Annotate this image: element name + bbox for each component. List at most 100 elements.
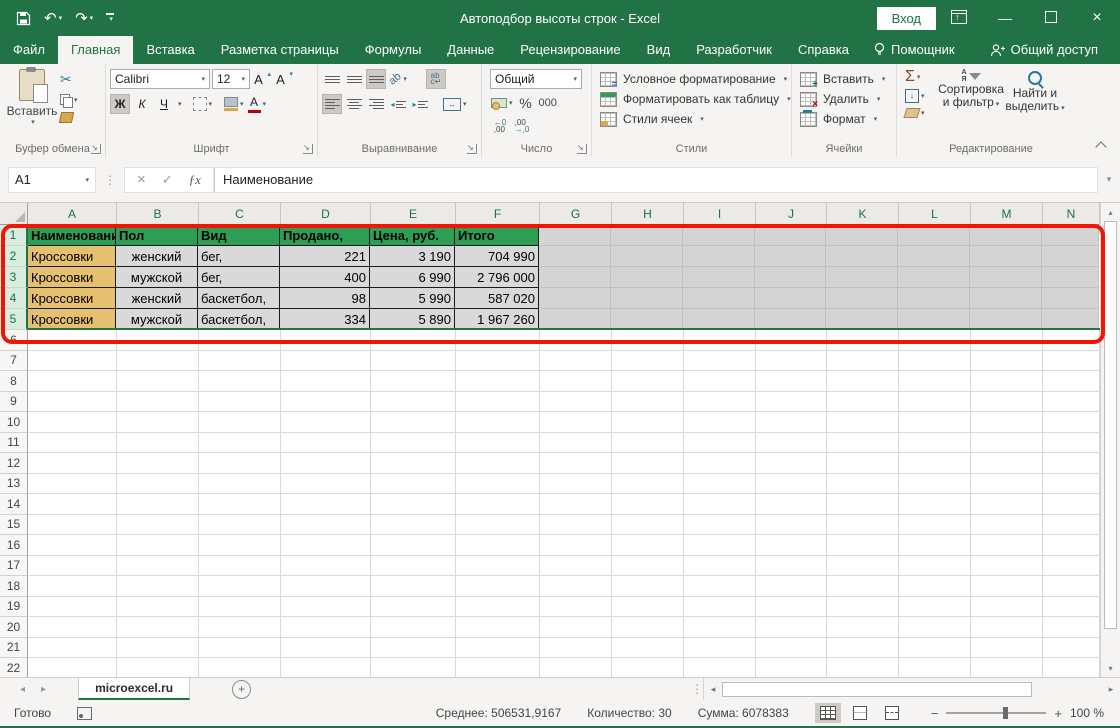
cell-B16[interactable] bbox=[117, 535, 199, 556]
cell-H7[interactable] bbox=[612, 350, 684, 371]
cell-M8[interactable] bbox=[971, 371, 1043, 392]
row-header-21[interactable]: 21 bbox=[0, 637, 28, 658]
next-sheet-icon[interactable]: ▸ bbox=[41, 684, 46, 695]
row-header-10[interactable]: 10 bbox=[0, 412, 28, 433]
cell-J19[interactable] bbox=[756, 596, 827, 617]
cell-B20[interactable] bbox=[117, 617, 199, 638]
paste-button[interactable]: Вставить ▾ bbox=[4, 67, 60, 126]
cell-I9[interactable] bbox=[684, 391, 756, 412]
cell-G2[interactable] bbox=[539, 246, 611, 267]
cell-I8[interactable] bbox=[684, 371, 756, 392]
cell-L21[interactable] bbox=[899, 637, 971, 658]
cell-J7[interactable] bbox=[756, 350, 827, 371]
cell-K19[interactable] bbox=[827, 596, 899, 617]
cell-F19[interactable] bbox=[456, 596, 540, 617]
cell-N5[interactable] bbox=[1042, 309, 1099, 330]
chevron-down-icon[interactable]: ▾ bbox=[178, 100, 182, 108]
undo-button[interactable]: ↶ ▾ bbox=[44, 11, 62, 26]
clipboard-dialog-launcher[interactable]: ↘ bbox=[91, 144, 101, 154]
cell-D7[interactable] bbox=[281, 350, 371, 371]
cell-N22[interactable] bbox=[1043, 658, 1100, 677]
cell-N17[interactable] bbox=[1043, 555, 1100, 576]
cell-styles-button[interactable]: Стили ячеек ▾ bbox=[600, 109, 787, 129]
row-header-19[interactable]: 19 bbox=[0, 596, 28, 617]
cell-E9[interactable] bbox=[371, 391, 456, 412]
cell-B3[interactable]: мужской bbox=[116, 267, 198, 288]
cell-N3[interactable] bbox=[1042, 267, 1099, 288]
column-header-J[interactable]: J bbox=[756, 203, 827, 225]
font-dialog-launcher[interactable]: ↘ bbox=[303, 144, 313, 154]
cell-M17[interactable] bbox=[971, 555, 1043, 576]
column-header-B[interactable]: B bbox=[117, 203, 199, 225]
cell-A6[interactable] bbox=[28, 330, 117, 351]
cell-L13[interactable] bbox=[899, 473, 971, 494]
cell-F14[interactable] bbox=[456, 494, 540, 515]
row-header-8[interactable]: 8 bbox=[0, 371, 28, 392]
cell-L12[interactable] bbox=[899, 453, 971, 474]
cell-K16[interactable] bbox=[827, 535, 899, 556]
cell-C13[interactable] bbox=[199, 473, 281, 494]
cell-C5[interactable]: баскетбол, bbox=[198, 309, 280, 330]
tab-review[interactable]: Рецензирование bbox=[507, 36, 633, 64]
cell-H14[interactable] bbox=[612, 494, 684, 515]
cell-F16[interactable] bbox=[456, 535, 540, 556]
zoom-in-button[interactable]: + bbox=[1054, 706, 1062, 721]
cell-E20[interactable] bbox=[371, 617, 456, 638]
cell-A8[interactable] bbox=[28, 371, 117, 392]
find-select-button[interactable]: Найти и выделить ▾ bbox=[1003, 69, 1067, 118]
cell-M11[interactable] bbox=[971, 432, 1043, 453]
cell-F12[interactable] bbox=[456, 453, 540, 474]
cell-J17[interactable] bbox=[756, 555, 827, 576]
cell-C15[interactable] bbox=[199, 514, 281, 535]
enter-entry-icon[interactable]: ✓ bbox=[162, 172, 173, 188]
cell-K20[interactable] bbox=[827, 617, 899, 638]
cell-B1[interactable]: Пол bbox=[116, 225, 198, 246]
decrease-indent-button[interactable]: ◂ bbox=[388, 94, 408, 114]
cell-E17[interactable] bbox=[371, 555, 456, 576]
cell-E15[interactable] bbox=[371, 514, 456, 535]
cell-I22[interactable] bbox=[684, 658, 756, 677]
row-header-3[interactable]: 3 bbox=[0, 267, 28, 288]
cell-I18[interactable] bbox=[684, 576, 756, 597]
cell-H6[interactable] bbox=[612, 330, 684, 351]
normal-view-button[interactable] bbox=[814, 703, 841, 723]
cell-E21[interactable] bbox=[371, 637, 456, 658]
cell-M21[interactable] bbox=[971, 637, 1043, 658]
cell-G21[interactable] bbox=[540, 637, 612, 658]
cell-B22[interactable] bbox=[117, 658, 199, 677]
tab-view[interactable]: Вид bbox=[634, 36, 684, 64]
row-header-17[interactable]: 17 bbox=[0, 555, 28, 576]
merge-center-button[interactable]: ↔ ▾ bbox=[442, 94, 468, 114]
cell-G3[interactable] bbox=[539, 267, 611, 288]
cell-J9[interactable] bbox=[756, 391, 827, 412]
cell-F5[interactable]: 1 967 260 bbox=[455, 309, 539, 330]
cell-J13[interactable] bbox=[756, 473, 827, 494]
page-layout-view-button[interactable] bbox=[847, 703, 873, 723]
cell-D13[interactable] bbox=[281, 473, 371, 494]
cell-F13[interactable] bbox=[456, 473, 540, 494]
cell-G18[interactable] bbox=[540, 576, 612, 597]
number-format-combo[interactable]: Общий ▾ bbox=[490, 69, 582, 89]
cell-E2[interactable]: 3 190 bbox=[370, 246, 455, 267]
cell-C6[interactable] bbox=[199, 330, 281, 351]
cell-F7[interactable] bbox=[456, 350, 540, 371]
cell-H16[interactable] bbox=[612, 535, 684, 556]
cell-D5[interactable]: 334 bbox=[280, 309, 370, 330]
share-button[interactable]: Общий доступ bbox=[968, 36, 1120, 64]
cell-G6[interactable] bbox=[540, 330, 612, 351]
cell-K17[interactable] bbox=[827, 555, 899, 576]
cell-J2[interactable] bbox=[755, 246, 826, 267]
cell-C17[interactable] bbox=[199, 555, 281, 576]
row-header-14[interactable]: 14 bbox=[0, 494, 28, 515]
scroll-down-icon[interactable]: ▾ bbox=[1101, 659, 1120, 677]
cell-B5[interactable]: мужской bbox=[116, 309, 198, 330]
cell-K3[interactable] bbox=[826, 267, 898, 288]
cell-M12[interactable] bbox=[971, 453, 1043, 474]
cell-M2[interactable] bbox=[970, 246, 1042, 267]
cell-C21[interactable] bbox=[199, 637, 281, 658]
number-dialog-launcher[interactable]: ↘ bbox=[577, 144, 587, 154]
cell-D20[interactable] bbox=[281, 617, 371, 638]
cell-E1[interactable]: Цена, руб. bbox=[370, 225, 455, 246]
redo-button[interactable]: ↷ ▾ bbox=[75, 11, 93, 26]
cell-H17[interactable] bbox=[612, 555, 684, 576]
